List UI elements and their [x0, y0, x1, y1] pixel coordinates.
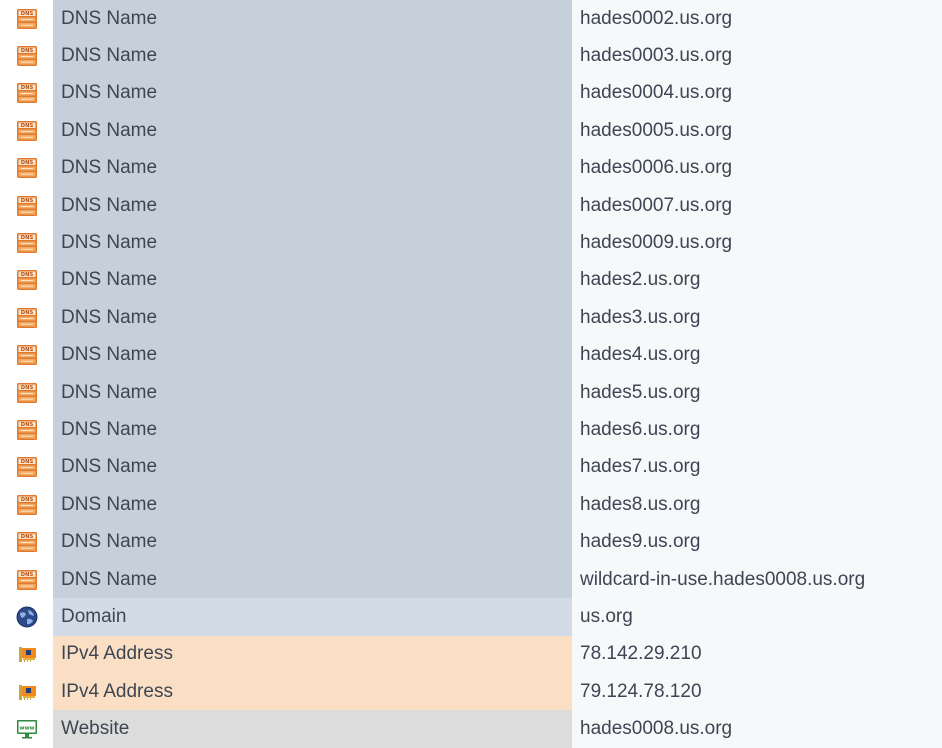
- table-row[interactable]: DNS DNS Name hades0002.us.org: [0, 0, 942, 38]
- entity-table: DNS DNS Name hades0002.us.org DNS DNS Nam…: [0, 0, 942, 748]
- entity-type-label: DNS Name: [53, 112, 572, 150]
- dns-server-icon: DNS: [0, 37, 53, 75]
- svg-text:DNS: DNS: [20, 198, 33, 204]
- svg-text:DNS: DNS: [20, 123, 33, 129]
- table-row[interactable]: DNS DNS Name hades0009.us.org: [0, 224, 942, 262]
- entity-value: 79.124.78.120: [572, 673, 942, 711]
- dns-server-icon: DNS: [0, 523, 53, 561]
- table-row[interactable]: DNS DNS Name hades0003.us.org: [0, 37, 942, 75]
- svg-text:DNS: DNS: [20, 534, 33, 540]
- table-row[interactable]: DNS DNS Name hades0007.us.org: [0, 186, 942, 225]
- entity-value: 78.142.29.210: [572, 635, 942, 674]
- dns-server-icon: DNS: [0, 411, 53, 449]
- table-row[interactable]: DNS DNS Name hades0004.us.org: [0, 74, 942, 113]
- entity-type-label: IPv4 Address: [53, 673, 572, 711]
- table-row[interactable]: DNS DNS Name hades2.us.org: [0, 261, 942, 300]
- dns-server-icon: DNS: [0, 448, 53, 487]
- svg-text:DNS: DNS: [20, 459, 33, 465]
- table-row[interactable]: Domain us.org: [0, 598, 942, 636]
- svg-text:DNS: DNS: [20, 347, 33, 353]
- entity-type-label: DNS Name: [53, 149, 572, 187]
- table-row[interactable]: IPv4 Address 78.142.29.210: [0, 635, 942, 674]
- www-monitor-icon: www: [0, 710, 53, 748]
- table-row[interactable]: DNS DNS Name wildcard-in-use.hades0008.us…: [0, 560, 942, 599]
- table-row[interactable]: DNS DNS Name hades6.us.org: [0, 411, 942, 449]
- dns-server-icon: DNS: [0, 149, 53, 187]
- entity-type-label: DNS Name: [53, 0, 572, 38]
- dns-server-icon: DNS: [0, 0, 53, 38]
- dns-server-icon: DNS: [0, 486, 53, 524]
- entity-value: hades0006.us.org: [572, 149, 942, 187]
- entity-value: hades0004.us.org: [572, 74, 942, 113]
- svg-text:DNS: DNS: [20, 272, 33, 278]
- entity-value: hades7.us.org: [572, 448, 942, 487]
- entity-type-label: DNS Name: [53, 448, 572, 487]
- entity-type-label: DNS Name: [53, 411, 572, 449]
- entity-type-label: DNS Name: [53, 224, 572, 262]
- globe-icon: [0, 598, 53, 636]
- entity-type-label: DNS Name: [53, 186, 572, 225]
- entity-type-label: IPv4 Address: [53, 635, 572, 674]
- entity-value: hades0002.us.org: [572, 0, 942, 38]
- entity-value: hades8.us.org: [572, 486, 942, 524]
- table-row[interactable]: IPv4 Address 79.124.78.120: [0, 673, 942, 711]
- entity-value: hades9.us.org: [572, 523, 942, 561]
- svg-text:DNS: DNS: [20, 572, 33, 578]
- entity-type-label: DNS Name: [53, 261, 572, 300]
- entity-type-label: DNS Name: [53, 336, 572, 374]
- table-row[interactable]: www Website hades0008.us.org: [0, 710, 942, 748]
- dns-server-icon: DNS: [0, 112, 53, 150]
- dns-server-icon: DNS: [0, 186, 53, 225]
- svg-text:DNS: DNS: [20, 422, 33, 428]
- dns-server-icon: DNS: [0, 373, 53, 412]
- svg-text:DNS: DNS: [20, 85, 33, 91]
- svg-text:DNS: DNS: [20, 235, 33, 241]
- table-row[interactable]: DNS DNS Name hades3.us.org: [0, 299, 942, 337]
- entity-type-label: DNS Name: [53, 560, 572, 599]
- entity-value: hades5.us.org: [572, 373, 942, 412]
- svg-text:www: www: [19, 726, 34, 732]
- entity-value: hades0005.us.org: [572, 112, 942, 150]
- entity-value: hades0003.us.org: [572, 37, 942, 75]
- network-card-icon: [0, 635, 53, 674]
- table-row[interactable]: DNS DNS Name hades4.us.org: [0, 336, 942, 374]
- entity-value: hades0008.us.org: [572, 710, 942, 748]
- entity-value: wildcard-in-use.hades0008.us.org: [572, 560, 942, 599]
- entity-value: hades0007.us.org: [572, 186, 942, 225]
- entity-type-label: Website: [53, 710, 572, 748]
- svg-text:DNS: DNS: [20, 497, 33, 503]
- entity-type-label: DNS Name: [53, 37, 572, 75]
- dns-server-icon: DNS: [0, 336, 53, 374]
- entity-value: hades0009.us.org: [572, 224, 942, 262]
- entity-value: hades3.us.org: [572, 299, 942, 337]
- dns-server-icon: DNS: [0, 560, 53, 599]
- entity-type-label: DNS Name: [53, 299, 572, 337]
- network-card-icon: [0, 673, 53, 711]
- table-row[interactable]: DNS DNS Name hades0005.us.org: [0, 112, 942, 150]
- table-row[interactable]: DNS DNS Name hades8.us.org: [0, 486, 942, 524]
- svg-text:DNS: DNS: [20, 160, 33, 166]
- table-row[interactable]: DNS DNS Name hades0006.us.org: [0, 149, 942, 187]
- dns-server-icon: DNS: [0, 299, 53, 337]
- svg-text:DNS: DNS: [20, 11, 33, 17]
- dns-server-icon: DNS: [0, 261, 53, 300]
- entity-type-label: Domain: [53, 598, 572, 636]
- entity-type-label: DNS Name: [53, 523, 572, 561]
- entity-value: us.org: [572, 598, 942, 636]
- dns-server-icon: DNS: [0, 224, 53, 262]
- svg-text:DNS: DNS: [20, 48, 33, 54]
- entity-value: hades2.us.org: [572, 261, 942, 300]
- entity-value: hades6.us.org: [572, 411, 942, 449]
- table-row[interactable]: DNS DNS Name hades9.us.org: [0, 523, 942, 561]
- entity-type-label: DNS Name: [53, 486, 572, 524]
- svg-text:DNS: DNS: [20, 310, 33, 316]
- entity-value: hades4.us.org: [572, 336, 942, 374]
- entity-type-label: DNS Name: [53, 373, 572, 412]
- dns-server-icon: DNS: [0, 74, 53, 113]
- svg-text:DNS: DNS: [20, 385, 33, 391]
- entity-type-label: DNS Name: [53, 74, 572, 113]
- table-row[interactable]: DNS DNS Name hades7.us.org: [0, 448, 942, 487]
- table-row[interactable]: DNS DNS Name hades5.us.org: [0, 373, 942, 412]
